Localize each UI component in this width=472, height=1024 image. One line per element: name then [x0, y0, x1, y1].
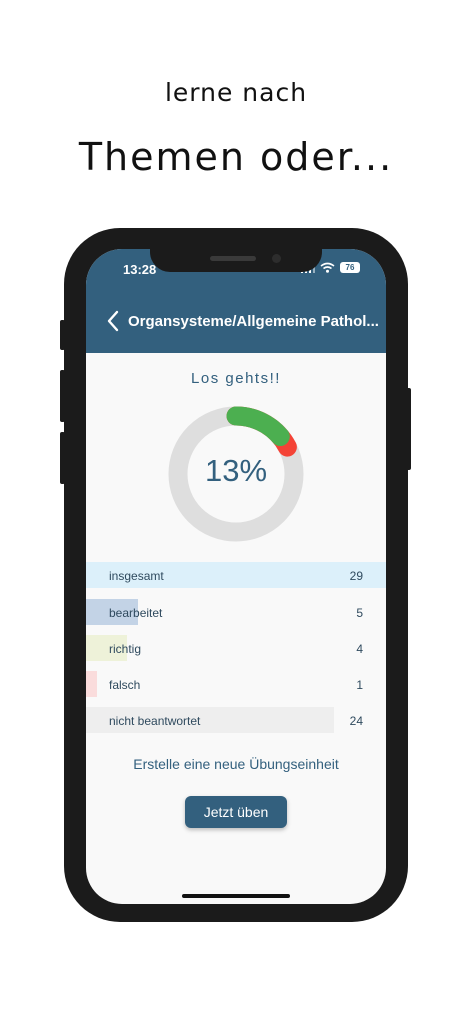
phone-notch: [150, 249, 322, 272]
progress-percent: 13%: [204, 453, 268, 488]
new-session-text: Erstelle eine neue Übungseinheit: [133, 756, 339, 772]
stats-label: bearbeitet: [109, 606, 163, 620]
stats-value: 5: [356, 606, 363, 620]
front-camera: [272, 254, 281, 263]
battery-icon: 76: [340, 262, 360, 273]
stats-label: richtig: [109, 642, 142, 656]
status-time: 13:28: [123, 262, 157, 277]
app-screen: 13:28 76 Organsysteme/Allgemeine Pathol.…: [86, 249, 386, 904]
stats-label: insgesamt: [109, 569, 164, 583]
back-chevron-icon[interactable]: [104, 307, 122, 335]
stats-bar: [86, 671, 97, 697]
app-header: 13:28 76 Organsysteme/Allgemeine Pathol.…: [86, 249, 386, 353]
stats-label: falsch: [109, 678, 141, 692]
progress-heading: Los gehts!!: [191, 370, 281, 387]
speaker-grille: [210, 256, 256, 261]
stats-value: 24: [349, 714, 363, 728]
promo-subtitle: lerne nach: [164, 78, 308, 107]
stats-row-1: bearbeitet 5: [86, 599, 386, 625]
stats-row-2: richtig 4: [86, 635, 386, 661]
wifi-icon: [320, 262, 335, 273]
promo-title: Themen oder...: [78, 135, 394, 179]
stats-row-0: insgesamt 29: [86, 562, 386, 588]
stats-value: 1: [356, 678, 363, 692]
page-title: Organsysteme/Allgemeine Pathol...: [128, 313, 379, 330]
stats-row-4: nicht beantwortet 24: [86, 707, 386, 733]
stats-row-3: falsch 1: [86, 671, 386, 697]
stats-value: 4: [356, 642, 363, 656]
home-indicator[interactable]: [182, 894, 290, 898]
practice-now-button[interactable]: Jetzt üben: [185, 796, 287, 828]
stats-value: 29: [349, 569, 363, 583]
stats-label: nicht beantwortet: [109, 714, 201, 728]
